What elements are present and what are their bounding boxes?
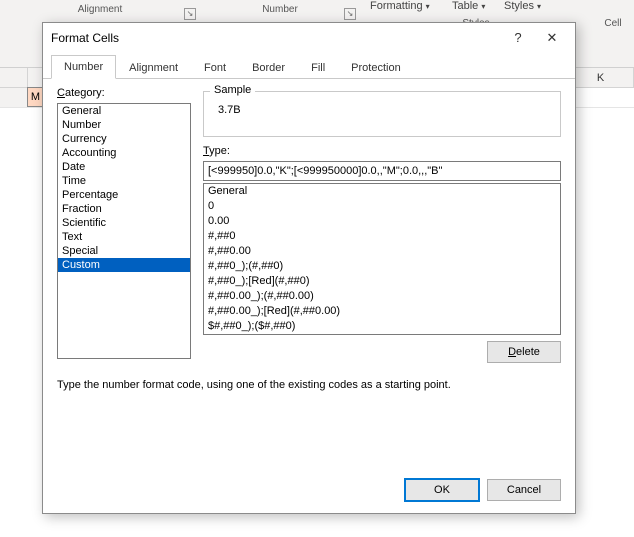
hint-text: Type the number format code, using one o… <box>57 379 451 391</box>
tab-font[interactable]: Font <box>191 56 239 79</box>
category-item-date[interactable]: Date <box>58 160 190 174</box>
type-list-item[interactable]: $#,##0_);($#,##0) <box>204 319 560 334</box>
type-input[interactable] <box>203 161 561 181</box>
category-item-percentage[interactable]: Percentage <box>58 188 190 202</box>
row-header[interactable] <box>0 88 28 107</box>
tab-alignment[interactable]: Alignment <box>116 56 191 79</box>
format-cells-dialog: Format Cells ? ✕ Number Alignment Font B… <box>42 22 576 514</box>
category-item-currency[interactable]: Currency <box>58 132 190 146</box>
ribbon-group-number: Number ↘ <box>200 2 360 24</box>
type-list-item[interactable]: 0 <box>204 199 560 214</box>
type-list-item[interactable]: #,##0.00_);[Red](#,##0.00) <box>204 304 560 319</box>
category-item-accounting[interactable]: Accounting <box>58 146 190 160</box>
sample-label: Sample <box>210 84 255 96</box>
type-list-item[interactable]: #,##0.00_);(#,##0.00) <box>204 289 560 304</box>
category-item-number[interactable]: Number <box>58 118 190 132</box>
type-list-item[interactable]: #,##0_);(#,##0) <box>204 259 560 274</box>
type-label: Type: <box>203 145 230 157</box>
type-list-item[interactable]: #,##0 <box>204 229 560 244</box>
selected-cell[interactable]: M <box>27 87 43 107</box>
tab-border[interactable]: Border <box>239 56 298 79</box>
sample-value: 3.7B <box>204 92 560 120</box>
type-list-item[interactable]: $#,##0_);[Red]($#,##0) <box>204 334 560 335</box>
ribbon-group-label: Cell <box>592 2 634 29</box>
dialog-launcher-icon[interactable]: ↘ <box>184 8 196 20</box>
dialog-footer: OK Cancel <box>43 467 575 513</box>
category-item-general[interactable]: General <box>58 104 190 118</box>
type-list-item[interactable]: #,##0_);[Red](#,##0) <box>204 274 560 289</box>
sample-group: Sample 3.7B <box>203 91 561 137</box>
type-list-item[interactable]: #,##0.00 <box>204 244 560 259</box>
type-list-item[interactable]: 0.00 <box>204 214 560 229</box>
category-label: Category: <box>57 87 105 99</box>
ribbon-group-label: Number <box>200 2 360 15</box>
ribbon-group-cell: Cell <box>592 2 634 24</box>
category-list[interactable]: General Number Currency Accounting Date … <box>57 103 191 359</box>
select-all-corner[interactable] <box>0 68 28 87</box>
tab-protection[interactable]: Protection <box>338 56 414 79</box>
tabbar: Number Alignment Font Border Fill Protec… <box>43 53 575 79</box>
ok-button[interactable]: OK <box>405 479 479 501</box>
category-item-custom[interactable]: Custom <box>58 258 190 272</box>
cancel-button[interactable]: Cancel <box>487 479 561 501</box>
tab-number[interactable]: Number <box>51 55 116 79</box>
dialog-body: Category: General Number Currency Accoun… <box>43 79 575 467</box>
type-list[interactable]: General 0 0.00 #,##0 #,##0.00 #,##0_);(#… <box>203 183 561 335</box>
ribbon-group-label: Alignment <box>0 2 200 15</box>
help-button[interactable]: ? <box>501 26 535 50</box>
column-header-k[interactable]: K <box>568 68 634 87</box>
category-item-special[interactable]: Special <box>58 244 190 258</box>
category-item-scientific[interactable]: Scientific <box>58 216 190 230</box>
close-button[interactable]: ✕ <box>535 26 569 50</box>
category-item-fraction[interactable]: Fraction <box>58 202 190 216</box>
dialog-title: Format Cells <box>51 31 501 45</box>
category-item-text[interactable]: Text <box>58 230 190 244</box>
ribbon-group-styles: Styles <box>360 2 592 24</box>
titlebar: Format Cells ? ✕ <box>43 23 575 53</box>
tab-fill[interactable]: Fill <box>298 56 338 79</box>
type-list-item[interactable]: General <box>204 184 560 199</box>
ribbon-group-alignment: Alignment ↘ <box>0 2 200 24</box>
delete-button[interactable]: Delete <box>487 341 561 363</box>
category-item-time[interactable]: Time <box>58 174 190 188</box>
dialog-launcher-icon[interactable]: ↘ <box>344 8 356 20</box>
